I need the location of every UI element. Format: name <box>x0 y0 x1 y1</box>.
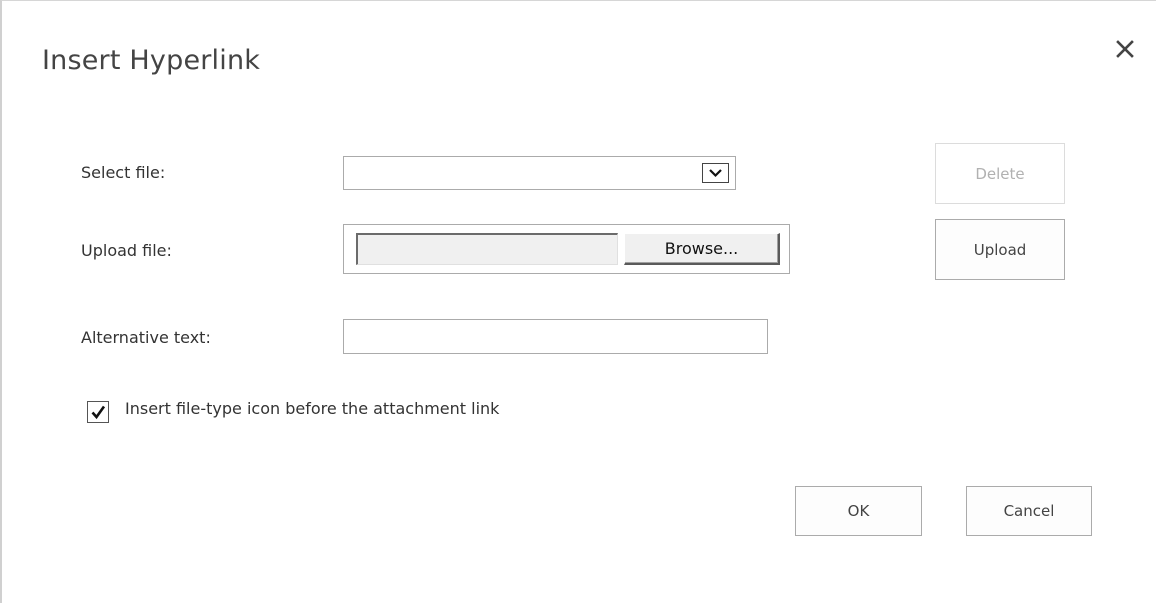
upload-file-control: Browse... <box>343 224 790 274</box>
upload-file-label: Upload file: <box>81 241 172 260</box>
chevron-down-icon <box>709 169 722 178</box>
insert-file-type-icon-checkbox[interactable] <box>87 401 109 423</box>
upload-file-path-field[interactable] <box>356 233 618 265</box>
alternative-text-label: Alternative text: <box>81 328 211 347</box>
alternative-text-input[interactable] <box>343 319 768 354</box>
close-icon <box>1116 40 1134 58</box>
insert-file-type-icon-label[interactable]: Insert file-type icon before the attachm… <box>125 399 499 418</box>
upload-button[interactable]: Upload <box>935 219 1065 280</box>
cancel-button[interactable]: Cancel <box>966 486 1092 536</box>
dialog-title: Insert Hyperlink <box>42 45 261 76</box>
select-file-label: Select file: <box>81 163 166 182</box>
checkmark-icon <box>91 405 106 420</box>
browse-button[interactable]: Browse... <box>624 233 780 265</box>
delete-button[interactable]: Delete <box>935 143 1065 204</box>
ok-button[interactable]: OK <box>795 486 922 536</box>
insert-hyperlink-dialog: Insert Hyperlink Select file: Delete Upl… <box>0 0 1156 603</box>
select-file-arrow[interactable] <box>702 163 729 183</box>
select-file-dropdown[interactable] <box>343 156 736 190</box>
close-button[interactable] <box>1114 38 1136 60</box>
